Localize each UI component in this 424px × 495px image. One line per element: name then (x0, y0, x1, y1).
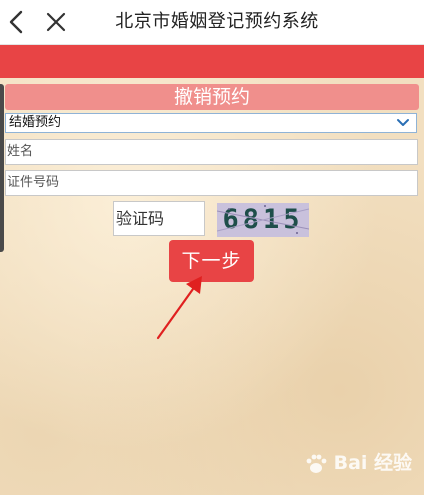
page-title: 北京市婚姻登记预约系统 (115, 11, 319, 32)
back-arrow-icon[interactable] (6, 8, 30, 36)
id-number-placeholder: 证件号码 (7, 175, 60, 190)
annotation-arrow-icon (156, 276, 202, 340)
close-icon[interactable] (44, 9, 68, 35)
watermark-text: Bai 经验 (333, 452, 413, 474)
appointment-type-select[interactable]: 结婚预约 (5, 113, 417, 133)
top-navigation-bar: 北京市婚姻登记预约系统 (0, 0, 424, 45)
captcha-field[interactable]: 验证码 (113, 201, 205, 236)
name-placeholder: 姓名 (7, 144, 34, 159)
captcha-image[interactable]: 6815 (217, 203, 309, 237)
appointment-type-value: 结婚预约 (9, 115, 62, 130)
name-field[interactable]: 姓名 (5, 139, 418, 165)
chevron-down-icon (397, 119, 409, 126)
captcha-placeholder: 验证码 (116, 209, 165, 228)
watermark: Bai 经验 (305, 443, 415, 483)
id-number-field[interactable]: 证件号码 (5, 170, 418, 196)
side-scroll-indicator (0, 84, 4, 252)
section-title: 撤销预约 (5, 84, 419, 110)
paw-logo-icon (306, 454, 327, 473)
header-banner (0, 45, 424, 78)
captcha-text: 6815 (222, 204, 304, 235)
